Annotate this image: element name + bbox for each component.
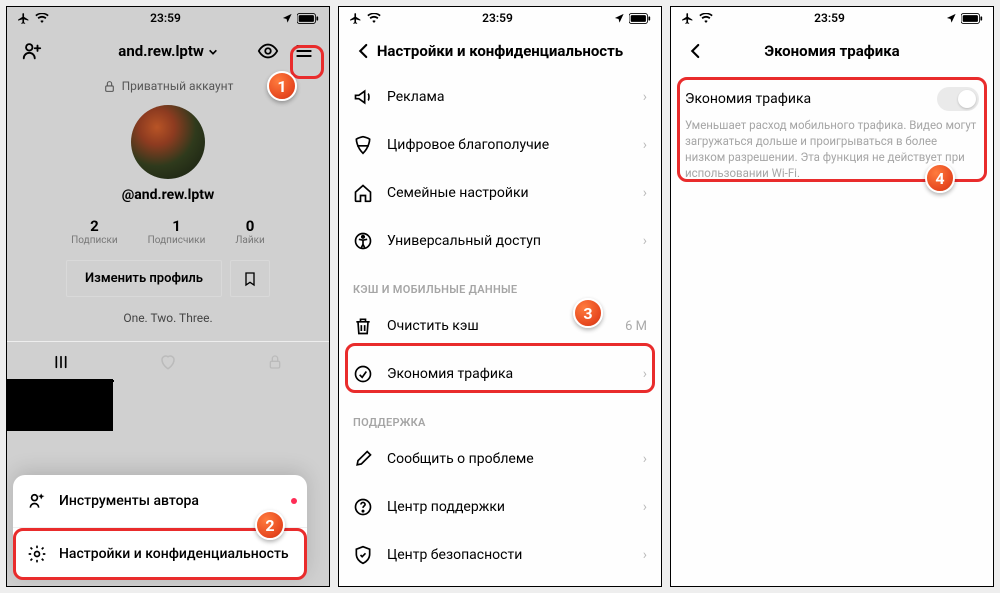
settings-header: Настройки и конфиденциальность <box>339 29 661 73</box>
edit-profile-button[interactable]: Изменить профиль <box>66 260 222 297</box>
location-icon <box>946 13 957 24</box>
step-badge-2: 2 <box>255 510 285 540</box>
wifi-icon <box>35 13 49 23</box>
bookmark-button[interactable] <box>230 260 270 297</box>
back-button[interactable] <box>353 40 375 62</box>
cache-size: 6 M <box>625 319 647 334</box>
red-dot-icon <box>291 498 297 504</box>
toggle-switch[interactable] <box>937 87 979 111</box>
status-time: 23:59 <box>150 11 181 25</box>
wifi-icon <box>367 13 381 23</box>
item-family[interactable]: Семейные настройки› <box>339 169 661 217</box>
tab-liked[interactable] <box>114 342 221 382</box>
airplane-icon <box>349 12 362 25</box>
step-badge-1: 1 <box>267 71 297 101</box>
user-handle: @and.rew.lptw <box>122 187 214 203</box>
wifi-icon <box>699 13 713 23</box>
data-saver-header: Экономия трафика <box>671 29 993 73</box>
stats-row: 2Подписки 1Подписчики 0Лайки <box>71 217 265 246</box>
page-title: Настройки и конфиденциальность <box>377 42 623 60</box>
section-support: ПОДДЕРЖКА <box>339 398 661 435</box>
hamburger-icon[interactable] <box>293 40 315 62</box>
page-title: Экономия трафика <box>764 42 899 60</box>
step-badge-3: 3 <box>573 298 603 328</box>
battery-icon <box>297 13 319 24</box>
item-report[interactable]: Сообщить о проблеме› <box>339 435 661 483</box>
screen-profile: 23:59 and.rew.lptw Приватный аккаунт @an… <box>6 6 330 587</box>
status-time: 23:59 <box>814 11 845 25</box>
profile-tabs <box>7 341 329 382</box>
tab-grid[interactable] <box>7 342 114 382</box>
step-badge-4: 4 <box>925 163 955 193</box>
stat-likes[interactable]: 0Лайки <box>235 217 264 246</box>
eye-icon[interactable] <box>257 40 279 62</box>
location-icon <box>282 13 293 24</box>
airplane-icon <box>17 12 30 25</box>
screen-settings: 23:59 Настройки и конфиденциальность Рек… <box>338 6 662 587</box>
chevron-right-icon: › <box>643 89 647 105</box>
avatar[interactable] <box>131 105 205 179</box>
location-icon <box>614 13 625 24</box>
private-account-label: Приватный аккаунт <box>103 79 234 93</box>
data-saver-toggle-row[interactable]: Экономия трафика <box>671 73 993 113</box>
item-accessibility[interactable]: Универсальный доступ› <box>339 217 661 265</box>
status-bar: 23:59 <box>339 7 661 29</box>
item-ads[interactable]: Реклама› <box>339 73 661 121</box>
stat-followers[interactable]: 1Подписчики <box>148 217 206 246</box>
tab-private[interactable] <box>222 342 329 382</box>
item-wellbeing[interactable]: Цифровое благополучие› <box>339 121 661 169</box>
back-button[interactable] <box>685 40 707 62</box>
item-safety-center[interactable]: Центр безопасности› <box>339 531 661 579</box>
battery-icon <box>629 13 651 24</box>
status-bar: 23:59 <box>671 7 993 29</box>
screen-data-saver: 23:59 Экономия трафика Экономия трафика … <box>670 6 994 587</box>
item-data-saver[interactable]: Экономия трафика› <box>339 350 661 398</box>
airplane-icon <box>681 12 694 25</box>
username-dropdown[interactable]: and.rew.lptw <box>118 42 217 60</box>
item-help-center[interactable]: Центр поддержки› <box>339 483 661 531</box>
bio-text: One. Two. Three. <box>123 311 212 325</box>
battery-icon <box>961 13 983 24</box>
status-time: 23:59 <box>482 11 513 25</box>
profile-header: and.rew.lptw <box>7 29 329 73</box>
status-bar: 23:59 <box>7 7 329 29</box>
stat-following[interactable]: 2Подписки <box>71 217 117 246</box>
item-clear-cache[interactable]: Очистить кэш 6 M <box>339 302 661 350</box>
section-cache: КЭШ И МОБИЛЬНЫЕ ДАННЫЕ <box>339 265 661 302</box>
add-user-icon[interactable] <box>21 40 43 62</box>
